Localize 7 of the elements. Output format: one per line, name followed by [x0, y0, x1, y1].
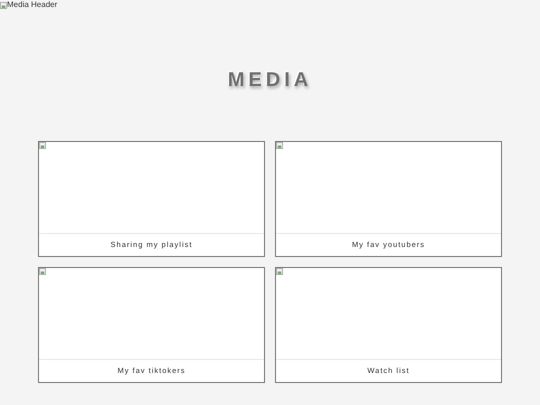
broken-image-icon	[39, 268, 46, 275]
broken-image-icon	[0, 2, 7, 8]
page-title: MEDIA	[226, 69, 314, 91]
broken-image-icon	[276, 268, 283, 275]
image-alt-text: Media Header	[7, 0, 58, 10]
broken-image-icon	[39, 142, 46, 149]
broken-image-icon	[276, 142, 283, 149]
